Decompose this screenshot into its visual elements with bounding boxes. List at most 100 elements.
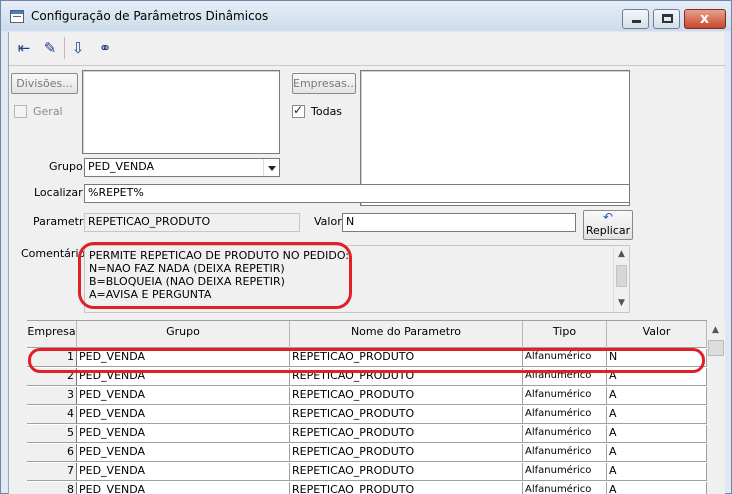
title-bar[interactable]: Configuração de Parâmetros Dinâmicos x <box>1 1 731 31</box>
table-row[interactable]: 7 PED_VENDA REPETICAO_PRODUTO Alfanumérico A <box>27 463 707 481</box>
toolbar-separator <box>64 37 65 59</box>
cell-valor[interactable]: A <box>607 368 707 386</box>
cell-grupo[interactable]: PED_VENDA <box>77 444 290 462</box>
comentarios-label: Comentários <box>21 247 91 260</box>
localizar-label: Localizar <box>34 186 83 199</box>
divisoes-listbox[interactable] <box>82 70 280 154</box>
cell-tipo[interactable]: Alfanumérico <box>523 349 607 367</box>
save-button[interactable]: ⇩ <box>66 36 90 60</box>
cell-empresa[interactable]: 8 <box>27 482 77 494</box>
table-row[interactable]: 2 PED_VENDA REPETICAO_PRODUTO Alfanumérico A <box>27 368 707 386</box>
table-row[interactable]: 1 PED_VENDA REPETICAO_PRODUTO Alfanumérico N <box>27 349 707 367</box>
geral-checkbox[interactable] <box>14 105 27 118</box>
cell-empresa[interactable]: 7 <box>27 463 77 481</box>
table-row[interactable]: 6 PED_VENDA REPETICAO_PRODUTO Alfanumérico A <box>27 444 707 462</box>
cell-grupo[interactable]: PED_VENDA <box>77 482 290 494</box>
cell-valor[interactable]: N <box>607 349 707 367</box>
scroll-thumb[interactable] <box>616 265 627 287</box>
cell-tipo[interactable]: Alfanumérico <box>523 387 607 405</box>
form-client-area: ⇤ ✎ ⇩ ⚭ Divisões... Geral Empresas... ✓ … <box>8 32 725 494</box>
cell-grupo[interactable]: PED_VENDA <box>77 349 290 367</box>
table-row[interactable]: 4 PED_VENDA REPETICAO_PRODUTO Alfanumérico A <box>27 406 707 424</box>
chevron-down-icon[interactable] <box>263 159 279 176</box>
cell-empresa[interactable]: 1 <box>27 349 77 367</box>
binoculars-icon: ⚭ <box>98 39 112 57</box>
cell-nome[interactable]: REPETICAO_PRODUTO <box>290 349 523 367</box>
replicar-button[interactable]: ↶ Replicar <box>583 210 633 240</box>
grupo-combobox[interactable]: PED_VENDA <box>84 158 280 177</box>
cell-nome[interactable]: REPETICAO_PRODUTO <box>290 463 523 481</box>
cell-empresa[interactable]: 4 <box>27 406 77 424</box>
clear-button[interactable]: ✎ <box>38 36 62 60</box>
cell-valor[interactable]: A <box>607 463 707 481</box>
divisoes-button[interactable]: Divisões... <box>11 73 78 94</box>
cell-nome[interactable]: REPETICAO_PRODUTO <box>290 482 523 494</box>
comentarios-scrollbar[interactable]: ▲ ▼ <box>613 246 629 312</box>
cell-grupo[interactable]: PED_VENDA <box>77 368 290 386</box>
table-row[interactable]: 3 PED_VENDA REPETICAO_PRODUTO Alfanumérico A <box>27 387 707 405</box>
cell-nome[interactable]: REPETICAO_PRODUTO <box>290 425 523 443</box>
cell-tipo[interactable]: Alfanumérico <box>523 406 607 424</box>
cell-nome[interactable]: REPETICAO_PRODUTO <box>290 368 523 386</box>
cell-tipo[interactable]: Alfanumérico <box>523 482 607 494</box>
localizar-input[interactable]: %REPET% <box>84 184 630 203</box>
cell-nome[interactable]: REPETICAO_PRODUTO <box>290 387 523 405</box>
column-header-tipo[interactable]: Tipo <box>523 321 607 348</box>
cell-tipo[interactable]: Alfanumérico <box>523 425 607 443</box>
cell-tipo[interactable]: Alfanumérico <box>523 444 607 462</box>
checkmark-icon: ✓ <box>293 103 304 117</box>
cell-tipo[interactable]: Alfanumérico <box>523 368 607 386</box>
scroll-up-icon[interactable]: ▲ <box>712 325 719 335</box>
grid-scrollbar[interactable]: ▲ <box>707 320 725 494</box>
comentario-line: N=NAO FAZ NADA (DEIXA REPETIR) <box>89 262 285 275</box>
scroll-down-icon[interactable]: ▼ <box>618 298 625 308</box>
minimize-button[interactable] <box>622 9 649 29</box>
valor-label: Valor <box>314 215 342 228</box>
cell-valor[interactable]: A <box>607 387 707 405</box>
toolbar: ⇤ ✎ ⇩ ⚭ <box>9 32 725 66</box>
cell-grupo[interactable]: PED_VENDA <box>77 387 290 405</box>
exit-button[interactable]: ⇤ <box>12 36 36 60</box>
scroll-thumb[interactable] <box>708 340 724 356</box>
scroll-up-icon[interactable]: ▲ <box>618 249 625 259</box>
cell-nome[interactable]: REPETICAO_PRODUTO <box>290 406 523 424</box>
grid-header: Empresa Grupo Nome do Parametro Tipo Val… <box>27 321 707 348</box>
cell-empresa[interactable]: 5 <box>27 425 77 443</box>
app-table-icon <box>10 10 24 23</box>
cell-tipo[interactable]: Alfanumérico <box>523 463 607 481</box>
valor-input[interactable]: N <box>342 213 576 232</box>
replicar-label: Replicar <box>585 224 631 237</box>
cell-empresa[interactable]: 3 <box>27 387 77 405</box>
save-download-icon: ⇩ <box>71 39 85 57</box>
cell-nome[interactable]: REPETICAO_PRODUTO <box>290 444 523 462</box>
close-button[interactable]: x <box>684 9 726 29</box>
column-header-grupo[interactable]: Grupo <box>77 321 290 348</box>
cell-valor[interactable]: A <box>607 444 707 462</box>
exit-door-icon: ⇤ <box>17 39 31 57</box>
cell-grupo[interactable]: PED_VENDA <box>77 463 290 481</box>
cell-empresa[interactable]: 2 <box>27 368 77 386</box>
column-header-nome[interactable]: Nome do Parametro <box>290 321 523 348</box>
parameters-grid[interactable]: Empresa Grupo Nome do Parametro Tipo Val… <box>27 320 707 494</box>
maximize-icon <box>662 14 673 23</box>
search-button[interactable]: ⚭ <box>93 36 117 60</box>
empresas-button[interactable]: Empresas... <box>292 73 357 94</box>
cell-grupo[interactable]: PED_VENDA <box>77 406 290 424</box>
maximize-button[interactable] <box>653 9 680 29</box>
comentario-line: PERMITE REPETICAO DE PRODUTO NO PEDIDO: <box>89 249 350 262</box>
column-header-valor[interactable]: Valor <box>607 321 707 348</box>
parametro-label: Parametro <box>33 215 90 228</box>
comentario-line: A=AVISA E PERGUNTA <box>89 288 212 301</box>
minimize-icon <box>632 20 641 23</box>
column-header-empresa[interactable]: Empresa <box>27 321 77 348</box>
todas-label: Todas <box>311 105 343 118</box>
table-row[interactable]: 8 PED_VENDA REPETICAO_PRODUTO Alfanumérico A <box>27 482 707 494</box>
todas-checkbox[interactable]: ✓ <box>292 103 305 118</box>
cell-grupo[interactable]: PED_VENDA <box>77 425 290 443</box>
cell-valor[interactable]: A <box>607 425 707 443</box>
cell-valor[interactable]: A <box>607 482 707 494</box>
cell-empresa[interactable]: 6 <box>27 444 77 462</box>
table-row[interactable]: 5 PED_VENDA REPETICAO_PRODUTO Alfanumérico A <box>27 425 707 443</box>
comentarios-memo[interactable]: PERMITE REPETICAO DE PRODUTO NO PEDIDO: … <box>84 245 630 313</box>
cell-valor[interactable]: A <box>607 406 707 424</box>
